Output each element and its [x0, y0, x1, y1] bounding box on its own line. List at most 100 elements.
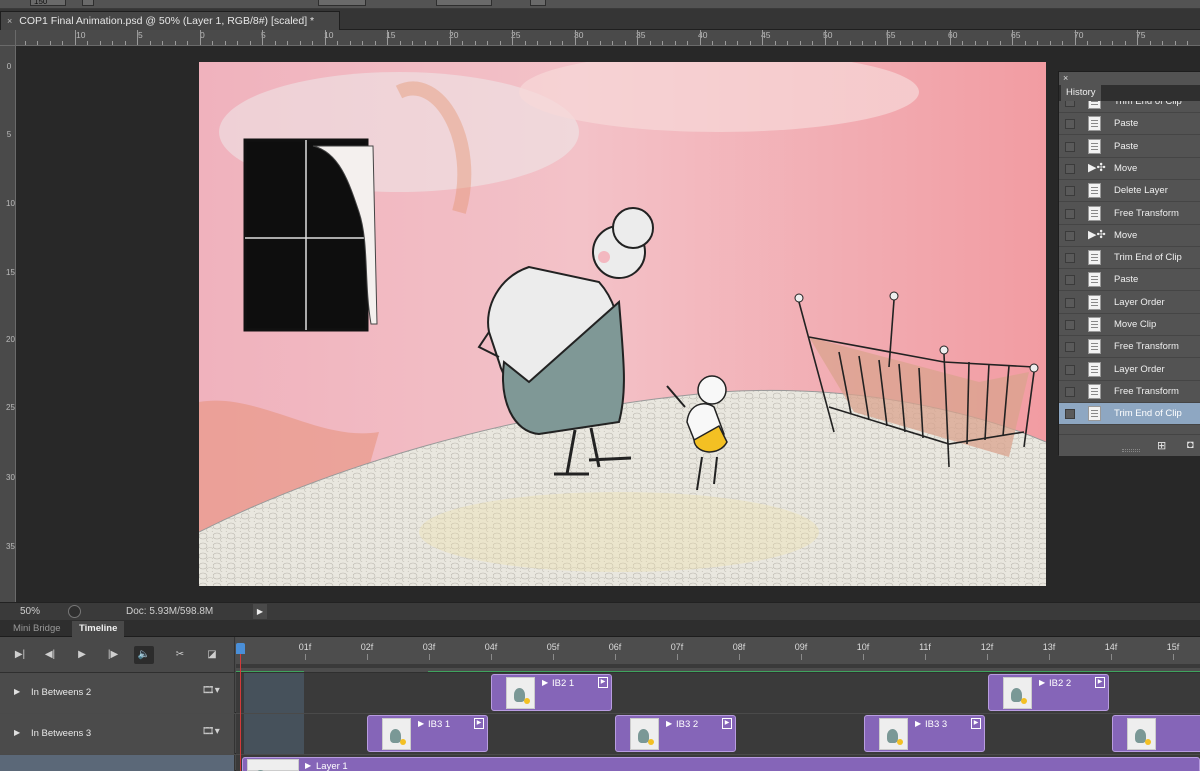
- history-brush-source-checkbox[interactable]: [1065, 364, 1075, 375]
- new-document-from-state-icon[interactable]: ⊞: [1157, 439, 1166, 452]
- history-panel-tab[interactable]: History: [1061, 85, 1101, 101]
- video-clip[interactable]: [1112, 715, 1200, 752]
- history-state[interactable]: Free Transform: [1059, 381, 1200, 403]
- clip-options-icon[interactable]: ▶: [722, 718, 732, 729]
- history-brush-source-checkbox[interactable]: [1065, 320, 1075, 330]
- track-lane[interactable]: ▶ Layer 1: [236, 755, 1200, 771]
- close-icon[interactable]: ×: [7, 16, 12, 26]
- ruler-tick: [612, 41, 613, 45]
- history-state[interactable]: Trim End of Clip: [1059, 403, 1200, 426]
- vertical-ruler[interactable]: 0 5 10 15 20 25 30 35: [0, 46, 16, 602]
- ruler-tick: [450, 30, 451, 45]
- history-brush-source-checkbox[interactable]: [1065, 208, 1075, 219]
- expand-track-icon[interactable]: ▶: [14, 728, 20, 737]
- history-state[interactable]: Paste: [1059, 136, 1200, 158]
- ruler-tick: [637, 30, 638, 45]
- transition-icon[interactable]: ◪: [202, 646, 222, 664]
- clip-expand-icon[interactable]: ▶: [1039, 678, 1045, 687]
- history-state[interactable]: Paste: [1059, 269, 1200, 292]
- play-icon[interactable]: ▶: [72, 646, 92, 664]
- film-strip-menu-icon[interactable]: 🎞▾: [202, 685, 220, 696]
- history-state[interactable]: Layer Order: [1059, 359, 1200, 381]
- split-at-playhead-icon[interactable]: ✂: [170, 646, 190, 664]
- history-brush-source-checkbox[interactable]: [1065, 186, 1075, 197]
- create-snapshot-icon[interactable]: ◘: [1187, 439, 1194, 451]
- tab-timeline[interactable]: Timeline: [72, 621, 125, 637]
- track-header[interactable]: ▶ In Betweens 2 🎞▾: [0, 673, 235, 713]
- expand-track-icon[interactable]: ▶: [14, 687, 20, 696]
- options-field[interactable]: [436, 0, 492, 6]
- history-brush-source-checkbox[interactable]: [1065, 101, 1075, 107]
- history-brush-source-checkbox[interactable]: [1065, 297, 1075, 308]
- history-brush-source-checkbox[interactable]: [1065, 409, 1075, 420]
- ruler-origin[interactable]: [0, 30, 16, 46]
- ruler-tick: [1012, 30, 1013, 45]
- go-to-first-frame-icon[interactable]: ▶|: [10, 646, 30, 664]
- clip-options-icon[interactable]: ▶: [1095, 677, 1105, 688]
- audio-icon[interactable]: 🔈: [134, 646, 154, 664]
- panel-resize-grip[interactable]: [1122, 449, 1140, 452]
- history-state[interactable]: Delete Layer: [1059, 180, 1200, 203]
- canvas-workspace[interactable]: [17, 47, 1200, 602]
- video-clip[interactable]: ▶ IB3 1 ▶: [367, 715, 488, 752]
- history-brush-source-checkbox[interactable]: [1065, 230, 1075, 241]
- zoom-preview-icon[interactable]: [68, 605, 81, 618]
- history-state-label: Free Transform: [1114, 207, 1179, 219]
- video-clip[interactable]: ▶ IB3 2 ▶: [615, 715, 736, 752]
- video-clip[interactable]: ▶ IB3 3 ▶: [864, 715, 985, 752]
- video-clip[interactable]: ▶ IB2 2 ▶: [988, 674, 1109, 711]
- clip-options-icon[interactable]: ▶: [971, 718, 981, 729]
- playhead-handle[interactable]: [236, 643, 245, 654]
- frame-label: 06f: [608, 642, 622, 652]
- ruler-label: 5: [6, 130, 12, 139]
- brush-size-field[interactable]: 150: [30, 0, 66, 6]
- history-brush-source-checkbox[interactable]: [1065, 141, 1075, 152]
- clip-expand-icon[interactable]: ▶: [915, 719, 921, 728]
- ruler-tick: [950, 30, 951, 45]
- video-clip[interactable]: ▶ IB2 1 ▶: [491, 674, 612, 711]
- history-state[interactable]: ▶✣ Move: [1059, 225, 1200, 247]
- zoom-level[interactable]: 50%: [20, 606, 40, 617]
- history-state[interactable]: Paste: [1059, 113, 1200, 136]
- history-state[interactable]: Free Transform: [1059, 336, 1200, 359]
- history-brush-source-checkbox[interactable]: [1065, 253, 1075, 264]
- history-brush-source-checkbox[interactable]: [1065, 275, 1075, 286]
- clip-expand-icon[interactable]: ▶: [542, 678, 548, 687]
- history-brush-source-checkbox[interactable]: [1065, 163, 1075, 174]
- clip-options-icon[interactable]: ▶: [598, 677, 608, 688]
- history-brush-source-checkbox[interactable]: [1065, 386, 1075, 397]
- history-brush-source-checkbox[interactable]: [1065, 119, 1075, 130]
- video-clip[interactable]: ▶ Layer 1: [242, 757, 1200, 771]
- track-header[interactable]: ▶ In Betweens 3 🎞▾: [0, 714, 235, 754]
- options-field[interactable]: [318, 0, 366, 6]
- tab-mini-bridge[interactable]: Mini Bridge: [6, 621, 68, 637]
- close-icon[interactable]: ×: [1063, 73, 1068, 83]
- document-canvas[interactable]: [199, 62, 1046, 586]
- document-tab[interactable]: × COP1 Final Animation.psd @ 50% (Layer …: [0, 11, 340, 30]
- history-state[interactable]: Trim End of Clip: [1059, 101, 1200, 113]
- track-header[interactable]: [0, 755, 235, 771]
- brush-panel-toggle[interactable]: [82, 0, 94, 6]
- history-list[interactable]: Trim End of Clip Paste Paste ▶✣ Move Delete L…: [1059, 101, 1200, 434]
- film-strip-menu-icon[interactable]: 🎞▾: [202, 726, 220, 737]
- horizontal-ruler[interactable]: 10 5 0 5 10 15 20 25 30 35 40 45 50 55 60 65 70 75: [0, 30, 1200, 46]
- track-lane[interactable]: ▶ IB3 1 ▶ ▶ IB3 2 ▶ ▶ IB3 3 ▶: [236, 714, 1200, 754]
- work-area-bar[interactable]: [236, 664, 1200, 668]
- history-state[interactable]: Move Clip: [1059, 314, 1200, 336]
- history-state[interactable]: Trim End of Clip: [1059, 247, 1200, 270]
- clip-options-icon[interactable]: ▶: [474, 718, 484, 729]
- ruler-tick: [800, 41, 801, 45]
- history-state[interactable]: Layer Order: [1059, 292, 1200, 314]
- history-brush-source-checkbox[interactable]: [1065, 342, 1075, 353]
- history-state[interactable]: ▶✣ Move: [1059, 158, 1200, 180]
- next-frame-icon[interactable]: |▶: [103, 646, 123, 664]
- options-button[interactable]: [530, 0, 546, 6]
- timeline-ruler[interactable]: 01f 02f 03f 04f 05f 06f 07f 08f 09f 10f 11f 12f 13f 1…: [236, 637, 1200, 673]
- track-lane[interactable]: ▶ IB2 1 ▶ ▶ IB2 2 ▶: [236, 673, 1200, 713]
- clip-expand-icon[interactable]: ▶: [305, 761, 311, 770]
- clip-expand-icon[interactable]: ▶: [418, 719, 424, 728]
- clip-expand-icon[interactable]: ▶: [666, 719, 672, 728]
- status-menu-arrow-icon[interactable]: ▶: [253, 604, 267, 619]
- previous-frame-icon[interactable]: ◀|: [40, 646, 60, 664]
- history-state[interactable]: Free Transform: [1059, 203, 1200, 225]
